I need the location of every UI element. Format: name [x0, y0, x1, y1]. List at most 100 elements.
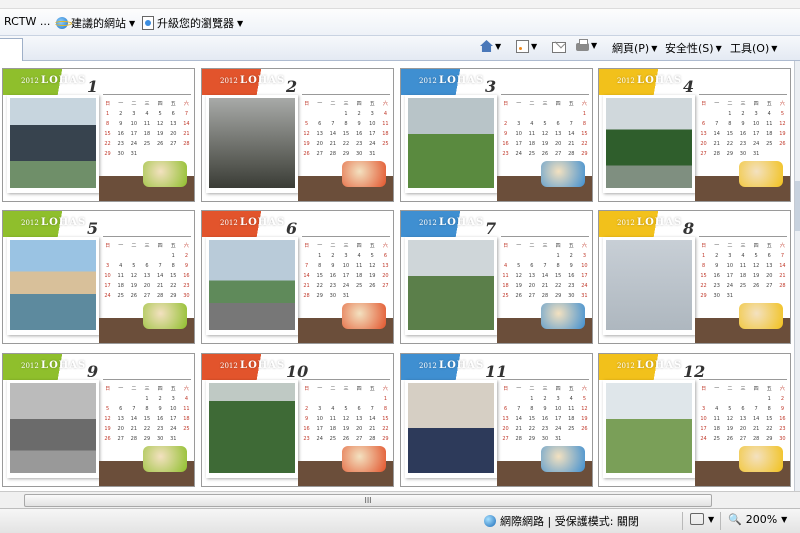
year-label: 2012: [617, 362, 638, 370]
day-cell: 15: [342, 131, 350, 137]
day-cell: 20: [766, 273, 773, 279]
day-cell: 16: [183, 273, 190, 279]
day-cell: 17: [700, 426, 707, 432]
day-cell: 23: [329, 283, 337, 289]
empty-day: [750, 394, 763, 404]
empty-day: [697, 394, 710, 404]
day-cell: 5: [132, 263, 136, 269]
tab-stub[interactable]: [0, 38, 23, 61]
weekday-header: 六: [183, 101, 189, 107]
favorite-rctw[interactable]: RCTW ...: [4, 15, 50, 28]
day-cell: 2: [158, 396, 162, 402]
calendar-card-month-4: 2012 LOHAS 4 日一二三四五六 1 2 3 4 5 6 7 8 9 10 11 12 13 14 15 1…: [598, 68, 791, 202]
favorite-label: 建議的網站: [71, 17, 126, 30]
day-cell: 8: [145, 406, 149, 412]
tools-menu[interactable]: 工具(O) ▼: [730, 40, 777, 56]
day-cell: 12: [779, 121, 786, 127]
day-cell: 16: [713, 273, 720, 279]
day-cell: 5: [370, 253, 374, 259]
feeds-button[interactable]: ▼: [516, 40, 537, 53]
brand-label: 2012 LOHAS: [21, 217, 86, 228]
day-cell: 17: [170, 416, 177, 422]
weekday-header: 日: [105, 101, 111, 107]
day-cell: 24: [316, 436, 323, 442]
horizontal-scroll-thumb[interactable]: III: [24, 494, 712, 507]
day-cell: 25: [355, 283, 363, 289]
day-cell: 8: [344, 121, 348, 127]
favorite-suggested-sites[interactable]: 建議的網站 ▼: [54, 15, 135, 31]
day-cell: 29: [554, 293, 562, 299]
weekday-header: 三: [542, 243, 548, 249]
day-cell: 28: [369, 436, 376, 442]
month-divider: [302, 94, 390, 95]
day-cell: 18: [117, 283, 124, 289]
day-cell: 31: [554, 436, 562, 442]
day-cell: 5: [344, 406, 348, 412]
day-cell: 28: [130, 436, 138, 442]
weekday-header: 四: [753, 101, 759, 107]
weekday-header: 三: [144, 386, 150, 392]
day-cell: 8: [105, 121, 110, 127]
day-cell: 22: [554, 283, 562, 289]
chevron-down-icon: ▼: [715, 43, 722, 53]
weekday-header: 二: [131, 101, 137, 107]
day-cell: 11: [739, 263, 747, 269]
day-cell: 5: [780, 111, 785, 117]
day-cell: 30: [355, 151, 363, 157]
day-cell: 16: [568, 273, 575, 279]
day-cell: 24: [369, 141, 376, 147]
command-bar: ▼ ▼ ▼ 網頁(P) ▼ 安全性(S) ▼ 工具(O) ▼: [0, 36, 800, 61]
weekday-header: 五: [568, 386, 574, 392]
day-cell: 3: [517, 121, 521, 127]
day-cell: 13: [117, 416, 124, 422]
month-divider: [501, 94, 589, 95]
zoom-control[interactable]: 🔍 200% ▼: [728, 513, 787, 526]
day-cell: 26: [515, 293, 522, 299]
month-divider: [501, 379, 589, 380]
mail-button[interactable]: [552, 40, 566, 53]
print-button[interactable]: ▼: [576, 39, 597, 51]
home-button[interactable]: ▼: [480, 40, 501, 52]
weekday-header: 五: [170, 101, 176, 107]
rss-icon: [516, 40, 529, 53]
favorite-upgrade-browser[interactable]: 升級您的瀏覽器 ▼: [142, 15, 243, 31]
safety-menu[interactable]: 安全性(S) ▼: [665, 40, 722, 56]
vertical-scrollbar[interactable]: [794, 61, 800, 491]
decor-object: [143, 303, 187, 329]
day-cell: 26: [369, 283, 376, 289]
day-cell: 13: [700, 131, 707, 137]
brand-name: LOHAS: [637, 75, 683, 86]
day-cell: 17: [554, 416, 562, 422]
day-cell: 9: [715, 263, 719, 269]
empty-day: [697, 109, 710, 119]
globe-icon: [484, 515, 496, 527]
day-cell: 14: [515, 416, 522, 422]
weekday-header: 三: [740, 101, 746, 107]
empty-day: [538, 109, 551, 119]
brand-name: LOHAS: [240, 360, 286, 371]
empty-day: [326, 394, 339, 404]
security-zone[interactable]: 網際網路 | 受保護模式: 關閉: [484, 513, 639, 529]
weekday-header: 一: [516, 101, 522, 107]
brand-label: 2012 LOHAS: [419, 75, 484, 86]
vertical-scroll-thumb[interactable]: [795, 181, 800, 231]
horizontal-scrollbar[interactable]: III: [0, 491, 800, 508]
day-cell: 20: [502, 426, 509, 432]
popup-blocker-status[interactable]: ▼: [690, 513, 714, 525]
calendar-card-month-2: 2012 LOHAS 2 日一二三四五六 1 2 3 4 5 6 7 8 9 10 11 12 13 14 15 1…: [201, 68, 394, 202]
day-cell: 15: [170, 273, 177, 279]
day-cell: 26: [752, 283, 760, 289]
day-cell: 15: [581, 131, 588, 137]
day-cell: 22: [104, 141, 111, 147]
page-menu[interactable]: 網頁(P) ▼: [612, 40, 657, 56]
month-divider: [103, 236, 191, 237]
empty-day: [140, 251, 153, 261]
day-cell: 1: [171, 253, 175, 259]
empty-day: [339, 394, 352, 404]
weekday-header: 四: [753, 386, 759, 392]
status-separator: [720, 512, 721, 530]
empty-day: [326, 109, 339, 119]
month-number: 8: [683, 219, 695, 238]
weekday-header: 六: [581, 386, 587, 392]
day-cell: 1: [145, 396, 149, 402]
